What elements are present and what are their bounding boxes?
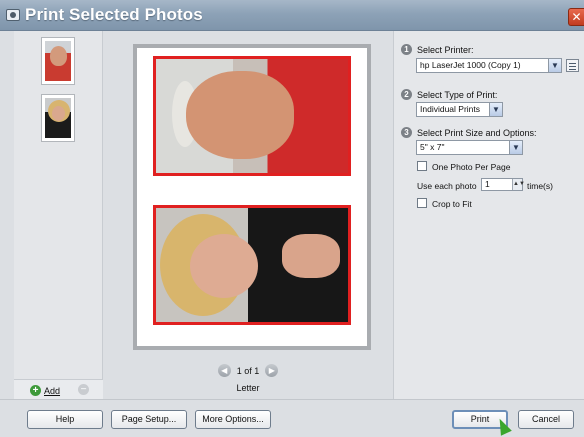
photo-thumbnail-list: + Add −: [14, 31, 103, 399]
page-navigator: ◀ 1 of 1 ▶: [104, 364, 392, 377]
close-button[interactable]: ✕: [568, 8, 584, 26]
copies-stepper[interactable]: 1 ▲▼: [481, 178, 525, 191]
select-size-label: Select Print Size and Options:: [417, 128, 537, 138]
woman-photo-thumbnail-image: [45, 98, 71, 138]
man-photo-print[interactable]: [153, 56, 351, 176]
paper-size-label: Letter: [236, 383, 260, 393]
sidebar-footer: + Add −: [14, 379, 103, 399]
copies-value: 1: [485, 179, 490, 189]
print-type-value: Individual Prints: [420, 104, 481, 114]
times-label: time(s): [527, 181, 553, 191]
dialog-button-bar: Help Page Setup... More Options... Print…: [0, 399, 584, 437]
print-options-panel: 1 Select Printer: hp LaserJet 1000 (Copy…: [393, 31, 584, 399]
man-photo-thumbnail-image: [45, 41, 71, 81]
add-label: Add: [44, 385, 61, 396]
select-printer-label: Select Printer:: [417, 45, 474, 55]
window-title: Print Selected Photos: [25, 5, 203, 24]
printer-properties-icon[interactable]: [566, 59, 579, 72]
one-photo-per-page-label: One Photo Per Page: [432, 162, 511, 172]
previous-page-icon[interactable]: ◀: [217, 364, 231, 377]
step-2-badge: 2: [401, 89, 412, 100]
print-type-select[interactable]: Individual Prints ▼: [416, 102, 503, 117]
chevron-down-icon: ▼: [489, 103, 502, 116]
crop-to-fit-label: Crop to Fit: [432, 199, 472, 209]
print-size-value: 5" x 7": [420, 142, 445, 152]
woman-photo-image: [156, 208, 348, 322]
step-1-badge: 1: [401, 44, 412, 55]
one-photo-per-page-checkbox[interactable]: [417, 161, 427, 171]
chevron-down-icon: ▼: [509, 141, 522, 154]
page-preview-frame: [133, 44, 371, 350]
woman-photo-thumbnail[interactable]: [41, 94, 75, 142]
page-setup-button[interactable]: Page Setup...: [111, 410, 187, 429]
more-options-button[interactable]: More Options...: [195, 410, 271, 429]
page-count: 1 of 1: [236, 365, 260, 376]
printer-select-value: hp LaserJet 1000 (Copy 1): [420, 60, 521, 70]
crop-to-fit-checkbox[interactable]: [417, 198, 427, 208]
add-photo-button[interactable]: + Add: [30, 384, 60, 397]
app-icon: [6, 9, 20, 21]
cancel-button[interactable]: Cancel: [518, 410, 574, 429]
man-photo-thumbnail[interactable]: [41, 37, 75, 85]
woman-photo-print[interactable]: [153, 205, 351, 325]
print-size-select[interactable]: 5" x 7" ▼: [416, 140, 523, 155]
select-type-label: Select Type of Print:: [417, 90, 498, 100]
print-preview-area: ◀ 1 of 1 ▶ Letter: [104, 31, 392, 399]
page-preview: [137, 48, 367, 346]
title-bar: Print Selected Photos ✕: [0, 0, 584, 31]
plus-icon: +: [30, 385, 41, 396]
chevron-down-icon: ▼: [548, 59, 561, 72]
next-page-icon[interactable]: ▶: [265, 364, 279, 377]
help-button[interactable]: Help: [27, 410, 103, 429]
stepper-arrows-icon[interactable]: ▲▼: [512, 179, 525, 190]
step-3-badge: 3: [401, 127, 412, 138]
use-each-photo-label: Use each photo: [417, 181, 477, 191]
printer-select[interactable]: hp LaserJet 1000 (Copy 1) ▼: [416, 58, 562, 73]
minus-icon[interactable]: −: [78, 384, 89, 395]
man-photo-image: [156, 59, 348, 173]
